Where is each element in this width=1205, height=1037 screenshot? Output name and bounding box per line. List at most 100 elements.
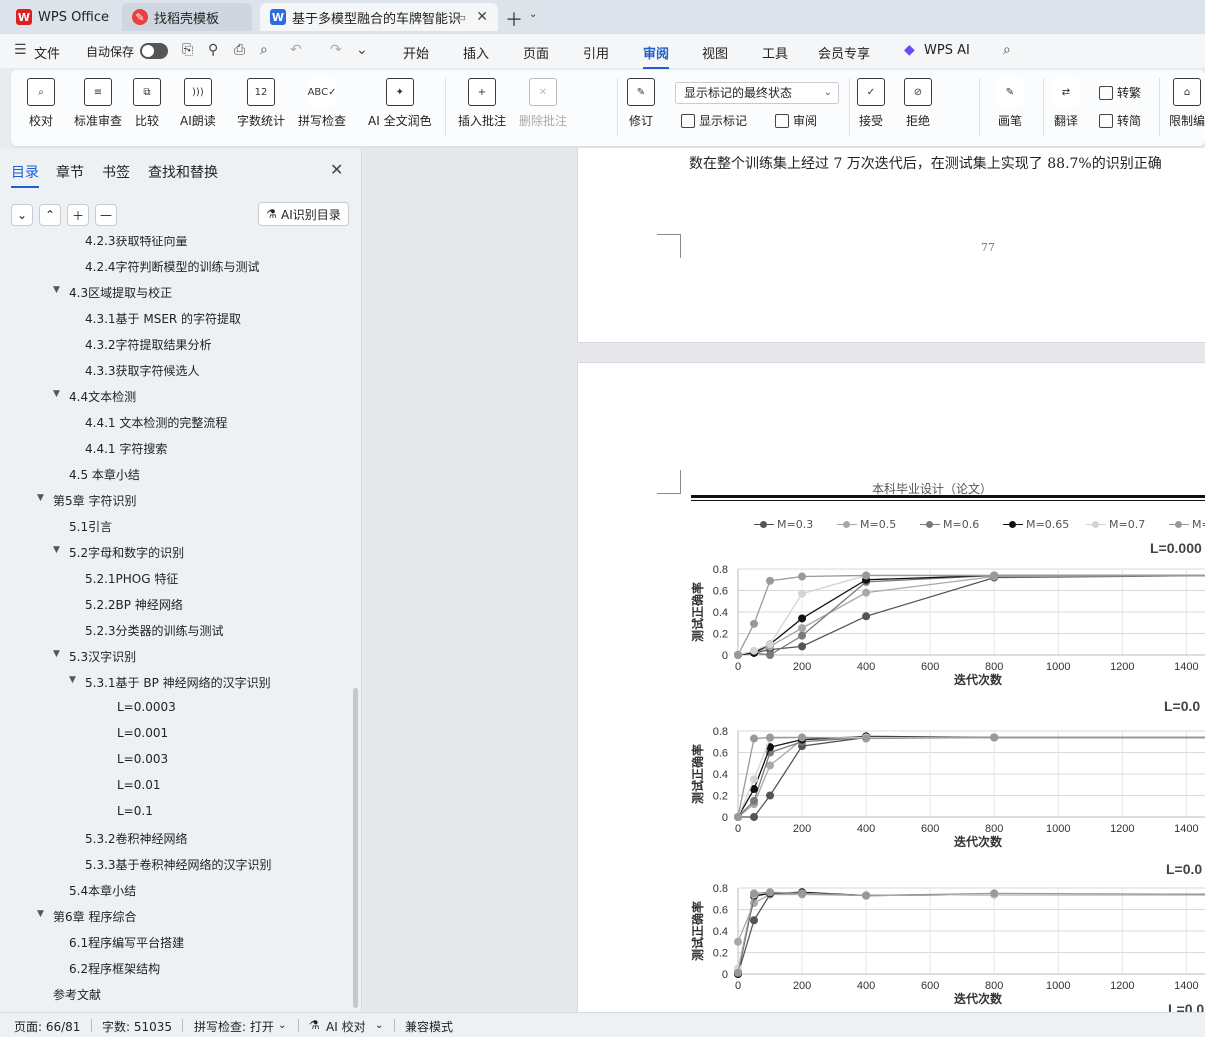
spell-check-button[interactable]: ABC✓ 拼写检查	[298, 78, 346, 129]
add-heading-button[interactable]: ＋	[67, 204, 89, 226]
close-icon[interactable]: ✕	[476, 9, 488, 25]
ai-proof-indicator[interactable]: AI 校对	[326, 1018, 366, 1035]
reject-button[interactable]: ⊘ 拒绝	[904, 78, 932, 129]
spell-check-indicator[interactable]: 拼写检查: 打开	[194, 1018, 274, 1035]
toc-item[interactable]: ▼ 5.3.1基于 BP 神经网络的汉字识别	[69, 674, 271, 691]
compare-button[interactable]: ⧉ 比较	[133, 78, 161, 129]
ai-polish-button[interactable]: ✦ AI 全文润色	[368, 78, 432, 129]
toc-item[interactable]: ▼ 4.3区域提取与校正	[53, 284, 172, 301]
menu-start[interactable]: 开始	[403, 43, 429, 62]
to-simplified-button[interactable]: 转简	[1099, 112, 1141, 129]
tab-wps-office[interactable]: W WPS Office	[6, 3, 116, 31]
menu-page[interactable]: 页面	[523, 43, 549, 62]
toc-item[interactable]: ▼ 第5章 字符识别	[37, 492, 136, 509]
toc-item[interactable]: L=0.0003	[117, 700, 176, 714]
expand-arrow-icon[interactable]: ▼	[69, 675, 76, 685]
expand-arrow-icon[interactable]: ▼	[37, 493, 44, 503]
tab-template[interactable]: ✎ 找稻壳模板	[122, 3, 252, 31]
menu-member[interactable]: 会员专享	[818, 43, 870, 62]
expand-arrow-icon[interactable]: ▼	[53, 545, 60, 555]
display-state-select[interactable]: 显示标记的最终状态 ⌄	[675, 82, 839, 104]
standard-review-button[interactable]: ≡ 标准审查	[74, 78, 122, 129]
toc-item[interactable]: 5.2.2BP 神经网络	[85, 596, 183, 613]
toc-item[interactable]: L=0.003	[117, 752, 168, 766]
ai-proof-icon[interactable]: ⚗	[309, 1018, 320, 1032]
tab-toc[interactable]: 目录	[11, 162, 39, 188]
new-tab-icon[interactable]: ＋	[505, 6, 523, 32]
menu-reference[interactable]: 引用	[583, 43, 609, 62]
menu-review[interactable]: 审阅	[643, 43, 670, 69]
menu-insert[interactable]: 插入	[463, 43, 489, 62]
close-icon[interactable]: ✕	[330, 160, 343, 179]
toc-item[interactable]: 5.2.1PHOG 特征	[85, 570, 178, 587]
toc-item[interactable]: 5.1引言	[69, 518, 112, 535]
toc-item[interactable]: ▼ 5.2字母和数字的识别	[53, 544, 184, 561]
toc-item[interactable]: 4.3.3获取字符候选人	[85, 362, 200, 379]
toc-item[interactable]: 6.1程序编写平台搭建	[69, 934, 184, 951]
toc-item[interactable]: 4.5 本章小结	[69, 466, 140, 483]
search-icon[interactable]: ⌕	[1003, 42, 1011, 58]
proofread-button[interactable]: ⌕ 校对	[27, 78, 55, 129]
toc-item[interactable]: ▼ 5.3汉字识别	[53, 648, 136, 665]
preview-icon[interactable]: ⌕	[260, 42, 268, 58]
tab-document[interactable]: W 基于多模型融合的车牌智能识 ▭ ✕	[260, 3, 498, 31]
expand-arrow-icon[interactable]: ▼	[53, 285, 60, 295]
toc-scrollbar[interactable]	[353, 688, 358, 1008]
ai-toc-button[interactable]: ⚗ AI识别目录	[258, 202, 349, 226]
toc-item[interactable]: 5.3.3基于卷积神经网络的汉字识别	[85, 856, 272, 873]
toc-item[interactable]: 4.3.2字符提取结果分析	[85, 336, 212, 353]
expand-arrow-icon[interactable]: ▼	[37, 909, 44, 919]
tab-sections[interactable]: 章节	[56, 162, 84, 182]
redo-icon[interactable]: ↷	[330, 42, 342, 58]
translate-button[interactable]: ⇄ 翻译	[1052, 78, 1080, 129]
share-icon[interactable]: ⚲	[208, 42, 218, 58]
word-count-indicator[interactable]: 字数: 51035	[102, 1018, 172, 1035]
hamburger-icon[interactable]: ☰	[14, 42, 27, 58]
tab-find-replace[interactable]: 查找和替换	[148, 162, 218, 182]
undo-icon[interactable]: ↶	[290, 42, 302, 58]
toc-item[interactable]: 4.2.3获取特征向量	[85, 236, 188, 249]
restrict-edit-button[interactable]: ⌂ 限制编	[1169, 78, 1205, 129]
wps-ai-icon[interactable]: ◆	[904, 42, 915, 58]
toc-item[interactable]: 5.2.3分类器的训练与测试	[85, 622, 224, 639]
insert-comment-button[interactable]: + 插入批注	[458, 78, 506, 129]
toc-item[interactable]: 4.4.1 字符搜索	[85, 440, 167, 457]
to-traditional-button[interactable]: 转繁	[1099, 84, 1141, 101]
toc-item[interactable]: 6.2程序框架结构	[69, 960, 160, 977]
more-icon[interactable]: ⌄	[356, 42, 368, 58]
print-icon[interactable]: ⎙	[234, 42, 245, 58]
menu-file[interactable]: 文件	[34, 43, 60, 62]
pen-button[interactable]: ✎ 画笔	[996, 78, 1024, 129]
menu-view[interactable]: 视图	[702, 43, 728, 62]
toc-item[interactable]: 4.3.1基于 MSER 的字符提取	[85, 310, 241, 327]
body-text[interactable]: 数在整个训练集上经过 7 万次迭代后，在测试集上实现了 88.7%的识别正确	[689, 153, 1162, 173]
autosave-toggle[interactable]	[140, 43, 168, 59]
show-marks-button[interactable]: 显示标记	[681, 112, 747, 129]
revise-button[interactable]: ✎ 修订	[627, 78, 655, 129]
word-count-button[interactable]: 12 字数统计	[237, 78, 285, 129]
expand-arrow-icon[interactable]: ▼	[53, 649, 60, 659]
toc-item[interactable]: L=0.01	[117, 778, 160, 792]
toc-item[interactable]: ▼ 第6章 程序综合	[37, 908, 136, 925]
collapse-up-button[interactable]: ⌃	[39, 204, 61, 226]
delete-comment-button[interactable]: ✕ 删除批注	[519, 78, 567, 129]
review-pane-button[interactable]: 审阅	[775, 112, 817, 129]
expand-arrow-icon[interactable]: ▼	[53, 389, 60, 399]
toc-item[interactable]: 4.2.4字符判断模型的训练与测试	[85, 258, 260, 275]
toc-item[interactable]: 5.3.2卷积神经网络	[85, 830, 188, 847]
page-indicator[interactable]: 页面: 66/81	[14, 1018, 80, 1035]
collapse-down-button[interactable]: ⌄	[11, 204, 33, 226]
toc-item[interactable]: 4.4.1 文本检测的完整流程	[85, 414, 227, 431]
accept-button[interactable]: ✓ 接受	[857, 78, 885, 129]
remove-heading-button[interactable]: —	[95, 204, 117, 226]
menu-tools[interactable]: 工具	[762, 43, 788, 62]
monitor-icon[interactable]: ▭	[456, 11, 466, 24]
tab-bookmarks[interactable]: 书签	[102, 162, 130, 182]
menu-wps-ai[interactable]: WPS AI	[924, 43, 970, 58]
toc-item[interactable]: 5.4本章小结	[69, 882, 136, 899]
chevron-down-icon[interactable]: ⌄	[278, 1020, 286, 1031]
toc-item[interactable]: L=0.001	[117, 726, 168, 740]
chevron-down-icon[interactable]: ⌄	[375, 1020, 383, 1031]
toc-item[interactable]: 参考文献	[53, 986, 101, 1003]
toc-item[interactable]: ▼ 4.4文本检测	[53, 388, 136, 405]
